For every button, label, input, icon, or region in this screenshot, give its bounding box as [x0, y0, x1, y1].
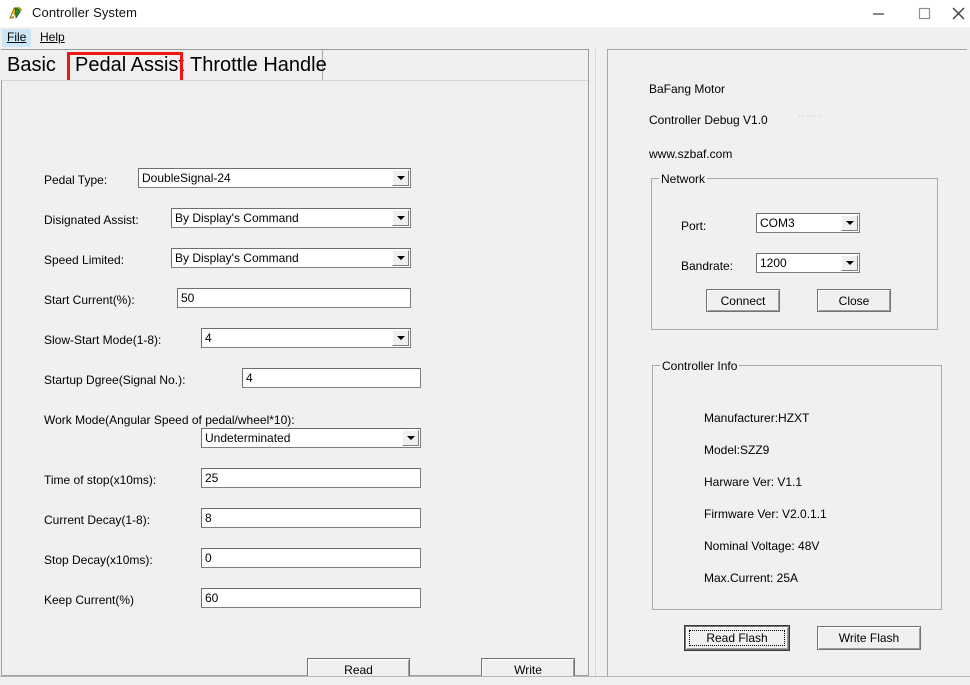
- network-groupbox-title: Network: [659, 172, 707, 186]
- combo-disignated-assist[interactable]: By Display's Command: [171, 208, 411, 228]
- maximize-icon: [918, 7, 931, 20]
- input-start-current[interactable]: 50: [177, 288, 411, 308]
- input-stop-decay-value: 0: [205, 551, 212, 565]
- close-button[interactable]: [947, 0, 970, 27]
- info-row-manufacturer: Manufacturer:HZXT: [704, 411, 809, 425]
- brand-line-2: Controller Debug V1.0: [649, 113, 768, 127]
- label-startup-dgree: Startup Dgree(Signal No.):: [44, 373, 185, 387]
- combo-pedal-type[interactable]: DoubleSignal-24: [138, 168, 411, 188]
- combo-speed-limited[interactable]: By Display's Command: [171, 248, 411, 268]
- controller-info-groupbox: Controller Info Manufacturer:HZXT Model:…: [652, 365, 942, 610]
- chevron-down-icon[interactable]: [392, 330, 409, 346]
- close-connection-button[interactable]: Close: [817, 289, 891, 312]
- menu-item-help[interactable]: Help: [35, 29, 70, 47]
- window-title: Controller System: [32, 5, 137, 20]
- combo-port-value: COM3: [760, 216, 795, 230]
- chevron-down-icon[interactable]: [841, 255, 858, 271]
- faint-dots-text: ......: [798, 108, 822, 120]
- chevron-down-icon[interactable]: [392, 170, 409, 186]
- info-row-model: Model:SZZ9: [704, 443, 769, 457]
- brand-line-3: www.szbaf.com: [649, 147, 732, 161]
- label-time-of-stop: Time of stop(x10ms):: [44, 473, 156, 487]
- info-row-max-current: Max.Current: 25A: [704, 571, 798, 585]
- label-slow-start-mode: Slow-Start Mode(1-8):: [44, 333, 161, 347]
- input-current-decay[interactable]: 8: [201, 508, 421, 528]
- menu-item-help-label: Help: [40, 30, 65, 44]
- combo-port[interactable]: COM3: [756, 213, 860, 233]
- label-disignated-assist: Disignated Assist:: [44, 213, 139, 227]
- info-row-nominal-voltage: Nominal Voltage: 48V: [704, 539, 819, 553]
- combo-work-mode-value: Undeterminated: [205, 431, 290, 445]
- input-time-of-stop[interactable]: 25: [201, 468, 421, 488]
- focus-ring: [689, 630, 785, 646]
- minimize-icon: [872, 7, 885, 20]
- write-flash-button[interactable]: Write Flash: [817, 626, 921, 650]
- combo-slow-start-mode[interactable]: 4: [201, 328, 411, 348]
- label-current-decay: Current Decay(1-8):: [44, 513, 150, 527]
- label-speed-limited: Speed Limited:: [44, 253, 124, 267]
- combo-bandrate[interactable]: 1200: [756, 253, 860, 273]
- pedal-assist-tab-page: Pedal Type: DoubleSignal-24 Disignated A…: [1, 80, 592, 676]
- connect-button-label: Connect: [721, 294, 766, 308]
- input-startup-dgree-value: 4: [246, 371, 253, 385]
- input-startup-dgree[interactable]: 4: [242, 368, 421, 388]
- input-current-decay-value: 8: [205, 511, 212, 525]
- read-button-label: Read: [344, 663, 373, 677]
- info-row-firmware-ver: Firmware Ver: V2.0.1.1: [704, 507, 827, 521]
- label-work-mode: Work Mode(Angular Speed of pedal/wheel*1…: [44, 413, 295, 427]
- title-bar: Controller System: [0, 0, 970, 28]
- label-port: Port:: [681, 219, 706, 233]
- menu-item-file[interactable]: File: [2, 29, 31, 47]
- left-panel: Basic Pedal Assist Throttle Handle Pedal…: [0, 49, 593, 678]
- input-start-current-value: 50: [181, 291, 194, 305]
- label-keep-current: Keep Current(%): [44, 593, 134, 607]
- chevron-down-icon[interactable]: [841, 215, 858, 231]
- connect-button[interactable]: Connect: [706, 289, 780, 312]
- controller-info-groupbox-title: Controller Info: [660, 359, 739, 373]
- tab-basic-label: Basic: [7, 54, 56, 76]
- menu-bar: File Help: [0, 27, 970, 48]
- tab-strip: Basic Pedal Assist Throttle Handle: [1, 49, 593, 82]
- tab-throttle-handle[interactable]: Throttle Handle: [184, 50, 323, 81]
- read-flash-button[interactable]: Read Flash: [685, 626, 789, 650]
- panel-divider: [588, 49, 596, 678]
- network-groupbox: Network Port: COM3 Bandrate: 1200 Connec…: [651, 178, 938, 330]
- maximize-button[interactable]: [901, 0, 947, 27]
- tab-highlight-annotation: [67, 52, 183, 83]
- combo-work-mode[interactable]: Undeterminated: [201, 428, 421, 448]
- right-panel: BaFang Motor Controller Debug V1.0 www.s…: [607, 49, 967, 678]
- chevron-down-icon[interactable]: [392, 210, 409, 226]
- close-icon: [951, 6, 966, 21]
- write-button-label: Write: [514, 663, 542, 677]
- tab-basic[interactable]: Basic: [1, 50, 66, 81]
- write-flash-button-label: Write Flash: [839, 631, 899, 645]
- label-start-current: Start Current(%):: [44, 293, 135, 307]
- input-time-of-stop-value: 25: [205, 471, 218, 485]
- minimize-button[interactable]: [855, 0, 901, 27]
- input-keep-current-value: 60: [205, 591, 218, 605]
- label-pedal-type: Pedal Type:: [44, 173, 107, 187]
- menu-item-file-label: File: [7, 30, 26, 44]
- info-row-hardware-ver: Harware Ver: V1.1: [704, 475, 802, 489]
- tab-throttle-handle-label: Throttle Handle: [190, 54, 327, 76]
- combo-pedal-type-value: DoubleSignal-24: [142, 171, 231, 185]
- app-icon: [8, 5, 25, 22]
- label-bandrate: Bandrate:: [681, 259, 733, 273]
- combo-disignated-assist-value: By Display's Command: [175, 211, 299, 225]
- combo-slow-start-mode-value: 4: [205, 331, 212, 345]
- combo-speed-limited-value: By Display's Command: [175, 251, 299, 265]
- input-keep-current[interactable]: 60: [201, 588, 421, 608]
- label-stop-decay: Stop Decay(x10ms):: [44, 553, 153, 567]
- brand-line-1: BaFang Motor: [649, 82, 725, 96]
- input-stop-decay[interactable]: 0: [201, 548, 421, 568]
- close-connection-button-label: Close: [839, 294, 870, 308]
- combo-bandrate-value: 1200: [760, 256, 787, 270]
- chevron-down-icon[interactable]: [402, 430, 419, 446]
- chevron-down-icon[interactable]: [392, 250, 409, 266]
